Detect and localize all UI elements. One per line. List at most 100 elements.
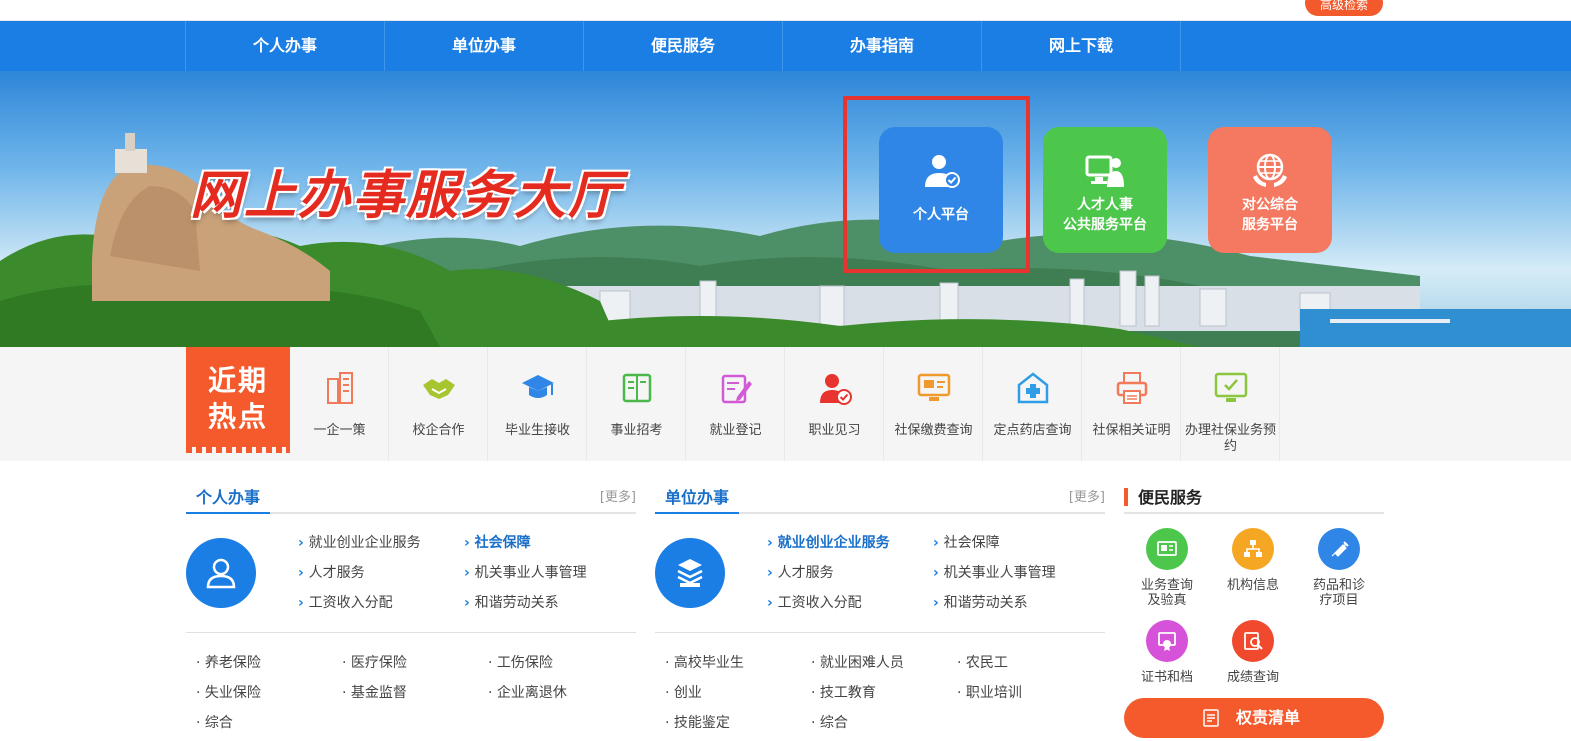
section-title[interactable]: 单位办事 (665, 484, 729, 508)
conv-item-org-info[interactable]: 机构信息 (1210, 528, 1296, 593)
hot-topics-row: 近期 热点 一企一策 校企合作 毕业生接收 事业招考 就业登记 职业见习 社保缴费查询 定点药… (0, 347, 1571, 461)
hot-item-school-enterprise[interactable]: 校企合作 (389, 347, 488, 461)
conv-item-score-query[interactable]: 成绩查询 (1210, 620, 1296, 685)
hot-item-one-enterprise-one-policy[interactable]: 一企一策 (290, 347, 389, 461)
hot-item-internship[interactable]: 职业见习 (785, 347, 884, 461)
advanced-search-button[interactable]: 高级检索 (1305, 0, 1383, 16)
sub-link[interactable]: 基金监督 (342, 684, 488, 702)
building-icon (327, 372, 353, 404)
certificate-icon (1158, 632, 1176, 651)
sub-link[interactable]: 就业困难人员 (811, 654, 957, 672)
hot-item-label: 就业登记 (709, 423, 762, 438)
sub-link[interactable]: 农民工 (957, 654, 1103, 672)
conv-item-drugs-treatment[interactable]: 药品和诊 疗项目 (1296, 528, 1382, 608)
syringe-icon (1331, 541, 1349, 557)
sub-link[interactable]: 技能鉴定 (665, 714, 811, 732)
nav-convenience-services[interactable]: 便民服务 (584, 21, 783, 71)
sub-link[interactable]: 技工教育 (811, 684, 957, 702)
more-link[interactable]: [更多] (1069, 486, 1105, 505)
hot-item-label: 毕业生接收 (504, 423, 570, 438)
badge-line2: 热点 (207, 400, 268, 433)
hot-item-social-security-payment[interactable]: 社保缴费查询 (884, 347, 983, 461)
sub-link[interactable]: 综合 (811, 714, 957, 732)
banner-title: 网上办事服务大厅 (190, 166, 623, 226)
sub-link[interactable]: 创业 (665, 684, 811, 702)
conv-item-label: 药品和诊 疗项目 (1296, 578, 1382, 608)
badge-line1: 近期 (207, 364, 268, 397)
responsibility-list-button[interactable]: 权责清单 (1124, 698, 1384, 738)
hot-item-label: 社保缴费查询 (894, 423, 973, 438)
personal-sub-links: 养老保险医疗保险工伤保险失业保险基金监督企业离退休综合 (196, 654, 636, 732)
list-document-icon (1203, 709, 1219, 727)
tile-label-line1: 对公综合 (1242, 197, 1298, 213)
convenience-services-section: 便民服务 业务查询 及验真 机构信息 药品和诊 疗项目证书和档 成绩查询 权责清单 (1124, 480, 1384, 738)
corporate-platform-tile[interactable]: 对公综合 服务平台 (1208, 127, 1332, 253)
talent-platform-tile[interactable]: 人才人事 公共服务平台 (1043, 127, 1167, 253)
building-stack-icon (677, 559, 703, 587)
sub-link[interactable]: 综合 (196, 714, 342, 732)
hot-item-employment-registration[interactable]: 就业登记 (686, 347, 785, 461)
hot-item-public-exam[interactable]: 事业招考 (587, 347, 686, 461)
service-link[interactable]: 人才服务 (767, 564, 933, 582)
conv-item-label-line: 及验真 (1147, 593, 1187, 608)
conv-item-label-line: 机构信息 (1226, 578, 1279, 593)
section-title[interactable]: 个人办事 (196, 484, 260, 508)
conv-item-label-line: 成绩查询 (1226, 670, 1279, 685)
service-link[interactable]: 和谐劳动关系 (933, 594, 1107, 612)
service-link[interactable]: 和谐劳动关系 (464, 594, 638, 612)
section-accent-bar (1124, 488, 1128, 506)
unit-circle-icon (655, 538, 725, 608)
conv-item-label: 业务查询 及验真 (1124, 578, 1210, 608)
top-strip: 高级检索 (0, 0, 1571, 21)
unit-links: 就业创业企业服务社会保障人才服务机关事业人事管理工资收入分配和谐劳动关系 (767, 534, 1107, 612)
service-link[interactable]: 就业创业企业服务 (298, 534, 464, 552)
hot-item-label: 校企合作 (412, 423, 465, 438)
section-title[interactable]: 便民服务 (1138, 484, 1202, 508)
section-divider (655, 632, 1105, 633)
hot-item-label: 办理社保业务预约 (1184, 423, 1276, 454)
hot-item-label: 定点药店查询 (993, 423, 1072, 438)
conv-item-business-query[interactable]: 业务查询 及验真 (1124, 528, 1210, 608)
main-nav: 个人办事 单位办事 便民服务 办事指南 网上下载 (0, 21, 1571, 71)
conv-item-label-line: 证书和档 (1140, 670, 1193, 685)
hot-item-appointment[interactable]: 办理社保业务预约 (1181, 347, 1280, 461)
conv-item-label: 成绩查询 (1210, 670, 1296, 685)
sub-link[interactable]: 工伤保险 (488, 654, 634, 672)
service-link[interactable]: 工资收入分配 (767, 594, 933, 612)
conv-item-label-line: 药品和诊 (1312, 578, 1365, 593)
sub-link[interactable]: 职业培训 (957, 684, 1103, 702)
org-chart-icon (1244, 540, 1262, 557)
sub-link[interactable]: 养老保险 (196, 654, 342, 672)
monitor-card-icon (917, 373, 951, 401)
nav-downloads[interactable]: 网上下载 (982, 21, 1181, 71)
globe-hands-icon (1253, 153, 1287, 187)
hot-item-social-security-proof[interactable]: 社保相关证明 (1082, 347, 1181, 461)
hot-item-pharmacy-query[interactable]: 定点药店查询 (983, 347, 1082, 461)
hot-item-graduate-reception[interactable]: 毕业生接收 (488, 347, 587, 461)
nav-unit-affairs[interactable]: 单位办事 (385, 21, 584, 71)
sub-link[interactable]: 企业离退休 (488, 684, 634, 702)
conv-item-icon-circle (1318, 528, 1360, 570)
section-header: 单位办事 [更多] (655, 480, 1105, 514)
personal-affairs-section: 个人办事 [更多] 就业创业企业服务社会保障人才服务机关事业人事管理工资收入分配… (186, 480, 636, 731)
sub-link[interactable]: 医疗保险 (342, 654, 488, 672)
tile-label-line2: 服务平台 (1242, 217, 1298, 233)
sub-link[interactable]: 高校毕业生 (665, 654, 811, 672)
service-link[interactable]: 机关事业人事管理 (933, 564, 1107, 582)
more-link[interactable]: [更多] (600, 486, 636, 505)
nav-affairs-guide[interactable]: 办事指南 (783, 21, 982, 71)
conv-item-certificates[interactable]: 证书和档 (1124, 620, 1210, 685)
service-link[interactable]: 机关事业人事管理 (464, 564, 638, 582)
talent-computer-icon (1085, 155, 1124, 187)
printer-icon (1116, 372, 1148, 404)
service-link[interactable]: 人才服务 (298, 564, 464, 582)
conv-item-label-line: 疗项目 (1319, 593, 1359, 608)
service-link[interactable]: 社会保障 (464, 534, 638, 552)
service-link[interactable]: 社会保障 (933, 534, 1107, 552)
sub-link[interactable]: 失业保险 (196, 684, 342, 702)
service-link[interactable]: 工资收入分配 (298, 594, 464, 612)
nav-personal-affairs[interactable]: 个人办事 (186, 21, 385, 71)
service-link[interactable]: 就业创业企业服务 (767, 534, 933, 552)
hot-item-label: 一企一策 (313, 423, 366, 438)
section-title-underline (186, 512, 270, 514)
